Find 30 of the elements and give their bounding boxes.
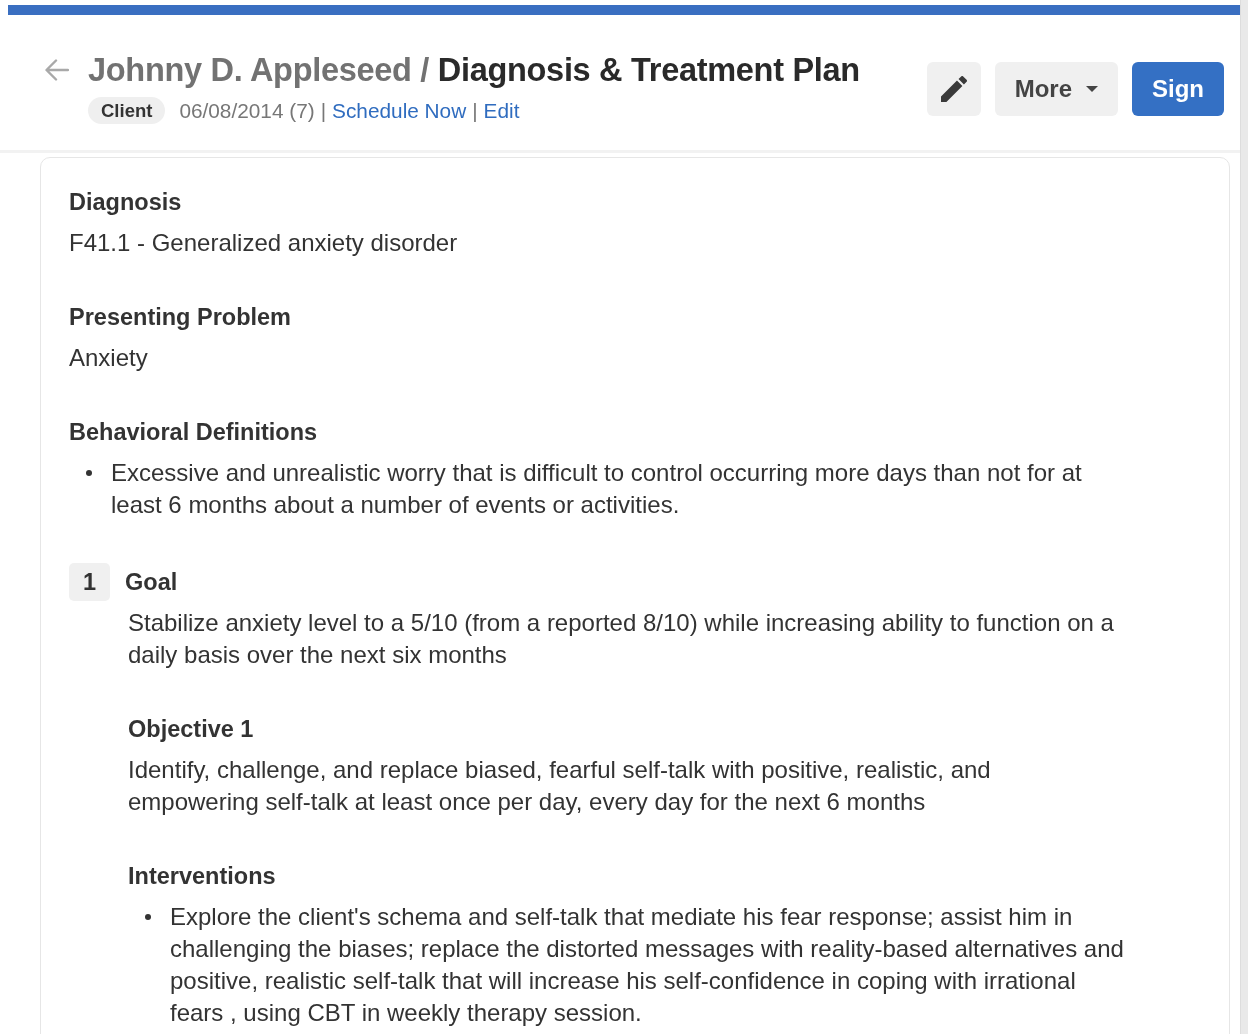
header-link[interactable]: Schedule Now xyxy=(332,98,467,123)
list-item-text: Explore the client's schema and self-talk that mediate his fear response; assist him in challenging the biases; replace the distorted messages with reality-based alternatives and positive, realistic self-talk that will increase his self-confidence in coping with irrational fears , using CBT in weekly therapy session. xyxy=(170,902,1125,1028)
scrollbar-track[interactable] xyxy=(1240,0,1248,1034)
list-item-text: Excessive and unrealistic worry that is difficult to control occurring more days than not for at least 6 months about a number of events or activities. xyxy=(111,458,1083,520)
back-arrow-icon xyxy=(45,59,69,81)
bullet-icon xyxy=(145,914,151,920)
back-button[interactable] xyxy=(44,57,70,83)
section-text: F41.1 - Generalized anxiety disorder xyxy=(69,228,459,258)
section-heading: Diagnosis xyxy=(69,188,183,217)
goal-number: 1 xyxy=(69,563,110,601)
section-heading: Behavioral Definitions xyxy=(69,418,319,447)
section-text: Anxiety xyxy=(69,343,149,373)
pencil-icon xyxy=(940,76,967,102)
date-text: 06/08/2014 (7) xyxy=(179,98,315,123)
goal-label: Goal xyxy=(125,568,178,596)
page-title: Johnny D. Appleseed / Diagnosis & Treatment Plan xyxy=(88,51,860,90)
separator-text: | xyxy=(472,98,478,123)
separator-text: | xyxy=(320,98,327,123)
sign-button[interactable]: Sign xyxy=(1132,62,1224,116)
client-badge: Client xyxy=(88,97,166,124)
more-menu-button[interactable]: More xyxy=(994,62,1118,116)
section-heading: Objective 1 xyxy=(128,715,255,744)
section-heading: Interventions xyxy=(128,862,277,891)
edit-button[interactable] xyxy=(926,62,981,116)
bullet-icon xyxy=(86,470,92,476)
goal-text: Stabilize anxiety level to a 5/10 (from a reported 8/10) while increasing ability to function on a daily basis over the next six months xyxy=(128,608,1115,670)
header-link[interactable]: Edit xyxy=(483,98,520,123)
caret-icon xyxy=(1086,86,1098,92)
section-heading: Presenting Problem xyxy=(69,303,292,332)
section-text: Identify, challenge, and replace biased, fearful self-talk with positive, realistic, and empowering self-talk at least once per day, every day for the next 6 months xyxy=(128,755,992,817)
